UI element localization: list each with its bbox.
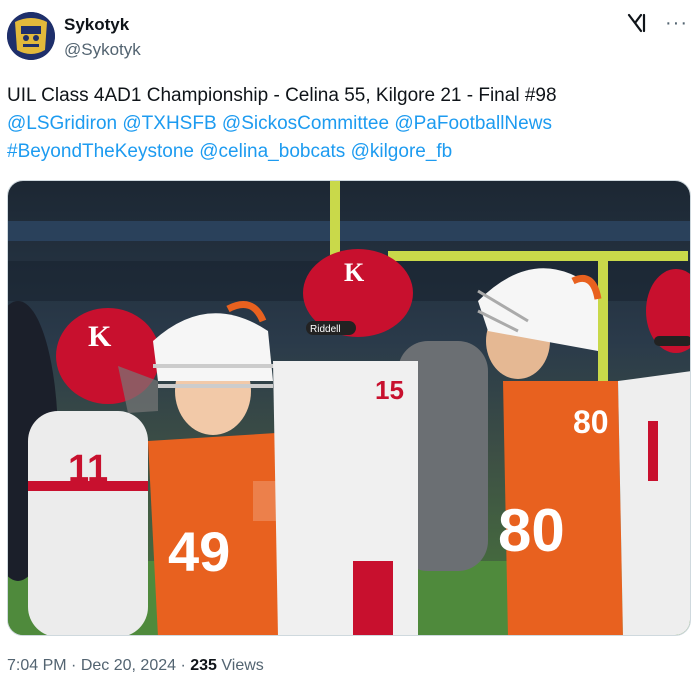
helmet-brand: Riddell [310, 324, 341, 335]
mention-link[interactable]: @celina_bobcats [199, 141, 345, 162]
tweet-date[interactable]: Dec 20, 2024 [81, 657, 176, 674]
mentions-line: @LSGridiron @TXHSFB @SickosCommittee @Pa… [7, 110, 687, 138]
views-label: Views [221, 657, 264, 674]
hashtag-link[interactable]: #BeyondTheKeystone [7, 141, 194, 162]
jersey-number: 80 [498, 497, 565, 564]
tweet-time[interactable]: 7:04 PM [7, 657, 67, 674]
football-players-photo: 11 K 49 49 15 K Riddell 80 80 [8, 181, 690, 635]
mention-link[interactable]: @TXHSFB [122, 113, 216, 134]
tweet-photo[interactable]: 11 K 49 49 15 K Riddell 80 80 [7, 180, 691, 636]
jersey-number: 80 [573, 404, 609, 440]
jersey-number: 15 [375, 375, 404, 405]
grok-icon[interactable] [625, 12, 647, 34]
tweet-text-line: UIL Class 4AD1 Championship - Celina 55,… [7, 85, 557, 106]
author-display-name[interactable]: Sykotyk [64, 15, 129, 35]
more-icon[interactable]: ··· [665, 13, 688, 33]
meta-separator: · [180, 657, 186, 674]
tweet-text: UIL Class 4AD1 Championship - Celina 55,… [7, 82, 687, 166]
tweet-header-actions: ··· [625, 12, 688, 34]
avatar[interactable] [7, 12, 55, 60]
jersey-number: 11 [68, 448, 108, 490]
author-handle[interactable]: @Sykotyk [64, 40, 141, 60]
tweet-meta: 7:04 PM · Dec 20, 2024 · 235 Views [7, 657, 264, 675]
mentions-line: #BeyondTheKeystone @celina_bobcats @kilg… [7, 138, 687, 166]
mention-link[interactable]: @kilgore_fb [351, 141, 453, 162]
mention-link[interactable]: @SickosCommittee [222, 113, 389, 134]
meta-separator: · [71, 657, 77, 674]
helmet-letter: K [88, 320, 112, 353]
avatar-image [7, 12, 55, 60]
helmet-letter: K [344, 258, 365, 287]
mention-link[interactable]: @PaFootballNews [394, 113, 552, 134]
jersey-number: 49 [168, 520, 230, 583]
mention-link[interactable]: @LSGridiron [7, 113, 117, 134]
views-count: 235 [190, 657, 217, 674]
